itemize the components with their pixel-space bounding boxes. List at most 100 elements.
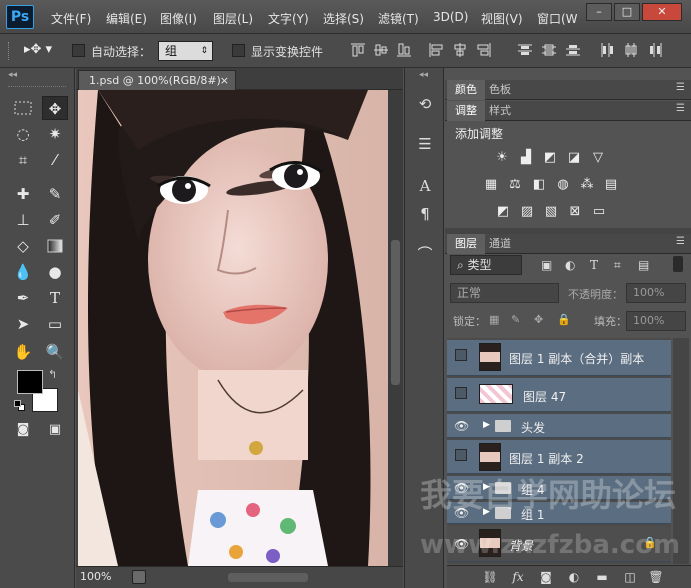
history-brush-tool-icon[interactable]: ✐ bbox=[42, 208, 68, 232]
canvas-photo[interactable] bbox=[78, 90, 388, 566]
document-tab[interactable]: 1.psd @ 100%(RGB/8#) × bbox=[78, 70, 236, 90]
menu-type[interactable]: 文字(Y) bbox=[268, 10, 309, 27]
collapse-toolbox-icon[interactable]: ◂◂ bbox=[8, 70, 17, 80]
paths-panel-icon[interactable]: ⌒ bbox=[413, 242, 437, 266]
blur-tool-icon[interactable]: 💧 bbox=[10, 260, 36, 284]
layer-group-row[interactable]: 👁 ▶ 头发 bbox=[447, 414, 671, 438]
tab-swatches[interactable]: 色板 bbox=[481, 80, 519, 100]
menu-window[interactable]: 窗口(W bbox=[537, 10, 578, 27]
visibility-toggle-off[interactable] bbox=[455, 387, 467, 399]
eye-icon[interactable]: 👁 bbox=[454, 419, 469, 433]
fill-field[interactable]: 100% bbox=[626, 311, 686, 331]
hue-saturation-icon[interactable]: ▦ bbox=[482, 177, 500, 193]
filter-pixel-icon[interactable]: ▣ bbox=[541, 258, 552, 272]
healing-brush-tool-icon[interactable]: ✚ bbox=[10, 182, 36, 206]
menu-view[interactable]: 视图(V) bbox=[481, 10, 523, 27]
distribute-hcenter-icon[interactable] bbox=[623, 42, 639, 58]
distribute-right-icon[interactable] bbox=[647, 42, 663, 58]
layer-row[interactable]: 图层 47 bbox=[447, 378, 671, 412]
horizontal-scrollbar-thumb[interactable] bbox=[228, 573, 308, 582]
distribute-left-icon[interactable] bbox=[599, 42, 615, 58]
color-balance-icon[interactable]: ⚖ bbox=[506, 177, 524, 193]
lasso-tool-icon[interactable]: ◌ bbox=[10, 122, 36, 146]
close-button[interactable]: ✕ bbox=[642, 3, 682, 21]
marquee-tool-icon[interactable] bbox=[10, 96, 36, 120]
visibility-toggle-off[interactable] bbox=[455, 449, 467, 461]
align-left-icon[interactable] bbox=[428, 42, 444, 58]
channel-mixer-icon[interactable]: ⁂ bbox=[578, 177, 596, 193]
posterize-icon[interactable]: ▨ bbox=[518, 204, 536, 220]
distribute-vcenter-icon[interactable] bbox=[541, 42, 557, 58]
menu-3d[interactable]: 3D(D) bbox=[433, 10, 468, 24]
restore-button[interactable]: □ bbox=[614, 3, 640, 21]
path-selection-tool-icon[interactable]: ➤ bbox=[10, 312, 36, 336]
filter-shape-icon[interactable]: ⌗ bbox=[614, 258, 621, 273]
brightness-contrast-icon[interactable]: ☀ bbox=[493, 150, 511, 166]
vibrance-icon[interactable]: ▽ bbox=[589, 150, 607, 166]
adjust-panel-menu-icon[interactable]: ☰ bbox=[676, 103, 685, 114]
exposure-icon[interactable]: ◪ bbox=[565, 150, 583, 166]
crop-tool-icon[interactable]: ⌗ bbox=[10, 148, 36, 172]
tab-styles[interactable]: 样式 bbox=[481, 101, 519, 121]
magic-wand-tool-icon[interactable]: ✷ bbox=[42, 122, 68, 146]
new-group-icon[interactable]: ▬ bbox=[593, 570, 611, 585]
expand-panels-icon[interactable]: ◂◂ bbox=[419, 70, 428, 80]
menu-select[interactable]: 选择(S) bbox=[323, 10, 364, 27]
tab-color[interactable]: 颜色 bbox=[447, 80, 485, 100]
menu-image[interactable]: 图像(I) bbox=[160, 10, 197, 27]
menu-filter[interactable]: 滤镜(T) bbox=[378, 10, 419, 27]
show-transform-checkbox[interactable] bbox=[232, 44, 245, 57]
auto-select-checkbox[interactable] bbox=[72, 44, 85, 57]
tab-channels[interactable]: 通道 bbox=[481, 234, 519, 254]
new-adjustment-icon[interactable]: ◐ bbox=[565, 570, 583, 585]
default-colors-icon[interactable] bbox=[14, 400, 26, 412]
eyedropper-tool-icon[interactable]: ⁄ bbox=[42, 148, 68, 172]
color-lookup-icon[interactable]: ▤ bbox=[602, 177, 620, 193]
gradient-map-icon[interactable]: ▭ bbox=[590, 204, 608, 220]
add-mask-icon[interactable]: ◙ bbox=[537, 570, 555, 585]
minimize-button[interactable]: – bbox=[586, 3, 612, 21]
black-white-icon[interactable]: ◧ bbox=[530, 177, 548, 193]
lock-position-icon[interactable]: ✥ bbox=[534, 313, 543, 326]
menu-file[interactable]: 文件(F) bbox=[51, 10, 91, 27]
expand-arrow-icon[interactable]: ▶ bbox=[483, 420, 490, 430]
tab-layers[interactable]: 图层 bbox=[447, 234, 485, 254]
paragraph-panel-icon[interactable]: ¶ bbox=[413, 202, 437, 226]
move-tool-preset-icon[interactable]: ▸✥ ▾ bbox=[24, 42, 52, 57]
quick-mask-icon[interactable]: ◙ bbox=[10, 418, 36, 442]
swap-colors-icon[interactable]: ↰ bbox=[48, 368, 57, 381]
screen-mode-icon[interactable]: ▣ bbox=[42, 418, 68, 442]
properties-panel-icon[interactable]: ☰ bbox=[413, 132, 437, 156]
dodge-tool-icon[interactable]: ● bbox=[42, 260, 68, 284]
new-layer-icon[interactable]: ◫ bbox=[621, 570, 639, 585]
opacity-field[interactable]: 100% bbox=[626, 283, 686, 303]
move-tool-icon[interactable]: ✥ bbox=[42, 96, 68, 120]
pen-tool-icon[interactable]: ✒ bbox=[10, 286, 36, 310]
gradient-tool-icon[interactable] bbox=[42, 234, 68, 258]
layers-panel-menu-icon[interactable]: ☰ bbox=[676, 236, 685, 247]
align-top-icon[interactable] bbox=[350, 42, 366, 58]
selective-color-icon[interactable]: ⊠ bbox=[566, 204, 584, 220]
character-panel-icon[interactable]: A bbox=[413, 174, 437, 198]
link-layers-icon[interactable]: ⛓ bbox=[481, 570, 499, 585]
invert-icon[interactable]: ◩ bbox=[494, 204, 512, 220]
lock-transparent-icon[interactable]: ▦ bbox=[489, 313, 499, 326]
hand-tool-icon[interactable]: ✋ bbox=[10, 340, 36, 364]
menu-edit[interactable]: 编辑(E) bbox=[106, 10, 147, 27]
eraser-tool-icon[interactable]: ◇ bbox=[10, 234, 36, 258]
status-info-icon[interactable] bbox=[132, 570, 146, 584]
foreground-color-swatch[interactable] bbox=[17, 370, 43, 394]
curves-icon[interactable]: ◩ bbox=[541, 150, 559, 166]
photo-filter-icon[interactable]: ◍ bbox=[554, 177, 572, 193]
type-tool-icon[interactable]: T bbox=[42, 286, 68, 310]
tab-adjustments[interactable]: 调整 bbox=[447, 101, 485, 121]
fx-icon[interactable]: fx bbox=[509, 570, 527, 585]
filter-type-icon[interactable]: T bbox=[590, 258, 598, 272]
auto-select-dropdown[interactable]: 组 ⇕ bbox=[158, 41, 213, 61]
align-vcenter-icon[interactable] bbox=[373, 42, 389, 58]
layer-filter-dropdown[interactable]: ⌕ 类型 bbox=[450, 255, 522, 275]
align-right-icon[interactable] bbox=[476, 42, 492, 58]
filter-smart-object-icon[interactable]: ▤ bbox=[638, 258, 649, 272]
levels-icon[interactable]: ▟ bbox=[517, 150, 535, 166]
delete-layer-icon[interactable]: 🗑 bbox=[647, 570, 665, 585]
